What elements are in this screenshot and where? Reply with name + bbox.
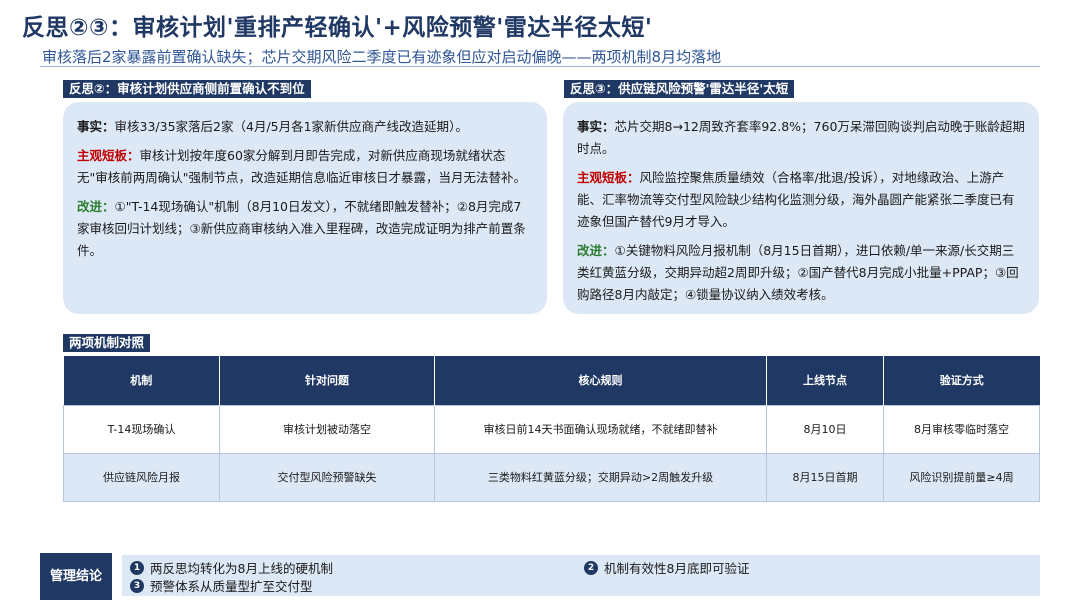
weakness-label: 主观短板： [577,170,640,185]
fact-text: 芯片交期8→12周致齐套率92.8%；760万呆滞回购谈判启动晚于账龄超期时点。 [577,119,1025,156]
table-header-row: 机制 针对问题 核心规则 上线节点 验证方式 [63,356,1040,405]
page-subtitle: 审核落后2家暴露前置确认缺失；芯片交期风险二季度已有迹象但应对启动偏晚——两项机… [42,48,722,66]
number-badge-icon: 2 [584,560,598,575]
number-badge-icon: 3 [130,578,144,593]
fact-text: 审核33/35家落后2家（4月/5月各1家新供应商产线改造延期）。 [114,119,468,134]
improvement-text: ①关键物料风险月报机制（8月15日首期），进口依赖/单一来源/长交期三类红黄蓝分… [577,243,1019,302]
column-header: 核心规则 [434,356,767,405]
table-row: 供应链风险月报 交付型风险预警缺失 三类物料红黄蓝分级；交期异动>2周触发升级 … [63,452,1040,502]
reflection-2-heading: 反思②：审核计划供应商侧前置确认不到位 [63,80,311,98]
number-badge-icon: 1 [130,560,144,575]
table-cell: 供应链风险月报 [63,452,220,502]
conclusion-text: 两反思均转化为8月上线的硬机制 [150,561,333,576]
conclusion-text: 预警体系从质量型扩至交付型 [150,579,313,594]
table-cell: 审核日前14天书面确认现场就绪，不就绪即替补 [434,404,767,454]
weakness-label: 主观短板： [77,148,140,163]
reflection-2-weakness: 主观短板：审核计划按年度60家分解到月即告完成，对新供应商现场就绪状态无"审核前… [77,145,533,189]
reflection-2-card: 事实：审核33/35家落后2家（4月/5月各1家新供应商产线改造延期）。 主观短… [63,102,547,314]
conclusion-item: 1 两反思均转化为8月上线的硬机制 [130,558,333,577]
column-header: 上线节点 [766,356,884,405]
table-cell: 三类物料红黄蓝分级；交期异动>2周触发升级 [434,452,767,502]
table-cell: 交付型风险预警缺失 [219,452,435,502]
reflection-2-improvement: 改进：①"T-14现场确认"机制（8月10日发文），不就绪即触发替补；②8月完成… [77,196,533,262]
mechanism-comparison-table: 机制 针对问题 核心规则 上线节点 验证方式 T-14现场确认 审核计划被动落空… [63,356,1040,502]
page-title: 反思②③：审核计划'重排产轻确认'+风险预警'雷达半径太短' [22,15,653,41]
table-cell: 8月10日 [766,404,884,454]
fact-label: 事实： [77,119,115,134]
reflection-3-heading: 反思③：供应链风险预警'雷达半径'太短 [564,80,795,98]
conclusion-item: 2 机制有效性8月底即可验证 [584,558,749,577]
table-cell: 风险识别提前量≥4周 [883,452,1040,502]
table-cell: 8月审核零临时落空 [883,404,1040,454]
table-row: T-14现场确认 审核计划被动落空 审核日前14天书面确认现场就绪，不就绪即替补… [63,404,1040,454]
reflection-3-improvement: 改进：①关键物料风险月报机制（8月15日首期），进口依赖/单一来源/长交期三类红… [577,240,1025,306]
reflection-3-card: 事实：芯片交期8→12周致齐套率92.8%；760万呆滞回购谈判启动晚于账龄超期… [563,102,1039,314]
conclusion-label: 管理结论 [40,553,112,600]
column-header: 机制 [63,356,220,405]
weakness-text: 风险监控聚焦质量绩效（合格率/批退/投诉），对地缘政治、上游产能、汇率物流等交付… [577,170,1015,229]
reflection-2-fact: 事实：审核33/35家落后2家（4月/5月各1家新供应商产线改造延期）。 [77,116,533,138]
conclusion-panel: 1 两反思均转化为8月上线的硬机制 2 机制有效性8月底即可验证 3 预警体系从… [122,555,1040,596]
table-cell: 审核计划被动落空 [219,404,435,454]
fact-label: 事实： [577,119,615,134]
table-cell: 8月15日首期 [766,452,884,502]
table-cell: T-14现场确认 [63,404,220,454]
column-header: 针对问题 [219,356,435,405]
weakness-text: 审核计划按年度60家分解到月即告完成，对新供应商现场就绪状态无"审核前两周确认"… [77,148,527,185]
title-divider [40,66,1040,67]
reflection-3-weakness: 主观短板：风险监控聚焦质量绩效（合格率/批退/投诉），对地缘政治、上游产能、汇率… [577,167,1025,233]
mechanism-table-heading: 两项机制对照 [63,334,151,352]
improvement-text: ①"T-14现场确认"机制（8月10日发文），不就绪即触发替补；②8月完成7家审… [77,199,526,258]
conclusion-text: 机制有效性8月底即可验证 [604,561,750,576]
improvement-label: 改进： [577,243,615,258]
conclusion-item: 3 预警体系从质量型扩至交付型 [130,576,313,595]
improvement-label: 改进： [77,199,115,214]
reflection-3-fact: 事实：芯片交期8→12周致齐套率92.8%；760万呆滞回购谈判启动晚于账龄超期… [577,116,1025,160]
column-header: 验证方式 [883,356,1040,405]
